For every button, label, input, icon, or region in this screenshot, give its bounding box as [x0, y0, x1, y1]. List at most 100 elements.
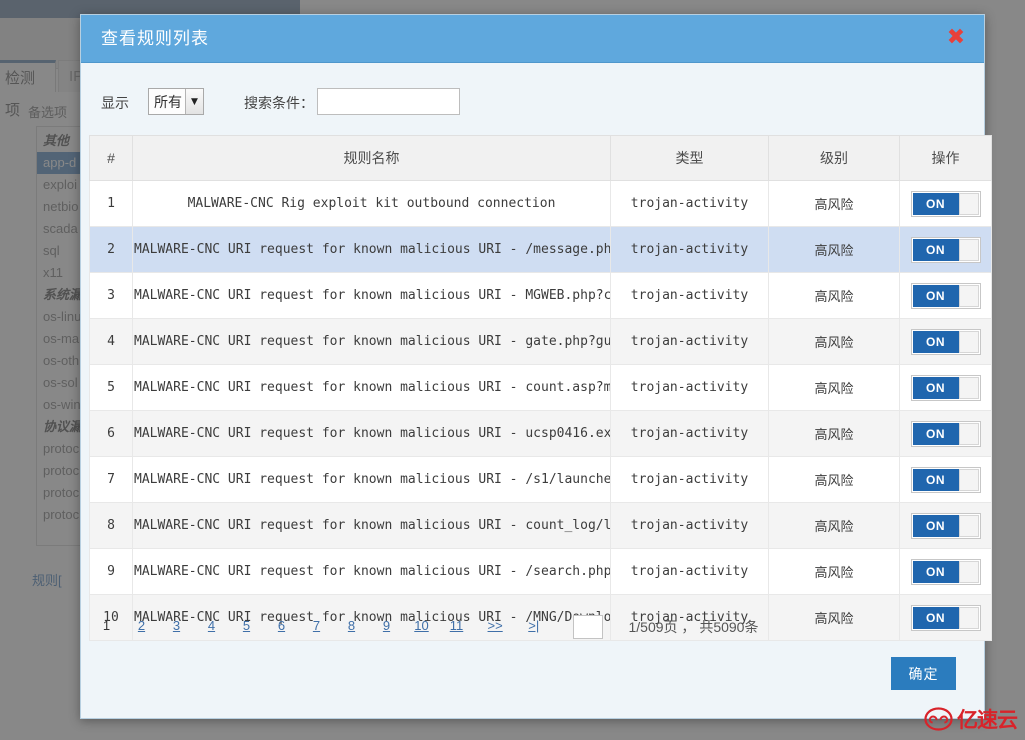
pagination-next[interactable]: >>	[478, 618, 513, 633]
table-row[interactable]: 7 MALWARE-CNC URI request for known malic…	[89, 456, 992, 503]
toggle-knob	[958, 560, 979, 583]
cell-action: ON	[899, 318, 992, 365]
cell-index: 8	[89, 502, 133, 549]
search-input[interactable]	[317, 88, 460, 115]
toggle-state-label: ON	[912, 560, 959, 583]
table-row[interactable]: 9 MALWARE-CNC URI request for known malic…	[89, 548, 992, 595]
pagination-last[interactable]: >|	[516, 618, 551, 633]
cell-rule-name: MALWARE-CNC URI request for known malici…	[132, 548, 611, 595]
rule-enable-toggle[interactable]: ON	[910, 558, 981, 585]
toggle-knob	[958, 284, 979, 307]
rule-enable-toggle[interactable]: ON	[910, 282, 981, 309]
toggle-state-label: ON	[912, 422, 959, 445]
rules-table: # 规则名称 类型 级别 操作 1 MALWARE-CNC Rig exploit…	[89, 135, 992, 641]
pagination-page-link[interactable]: 4	[194, 618, 229, 633]
table-row[interactable]: 2 MALWARE-CNC URI request for known malic…	[89, 226, 992, 273]
cell-level: 高风险	[768, 180, 900, 227]
toggle-knob	[958, 468, 979, 491]
column-header-name: 规则名称	[132, 135, 611, 181]
cell-rule-name: MALWARE-CNC URI request for known malici…	[132, 456, 611, 503]
filter-toolbar: 显示 所有 ▼ 搜索条件：	[81, 85, 984, 129]
cell-index: 3	[89, 272, 133, 319]
pagination-page-link[interactable]: 8	[334, 618, 369, 633]
pagination-info: 1/509页 ， 共5090条	[628, 619, 759, 635]
toggle-knob	[958, 192, 979, 215]
toggle-state-label: ON	[912, 376, 959, 399]
show-label: 显示	[101, 95, 129, 111]
cell-rule-name: MALWARE-CNC URI request for known malici…	[132, 410, 611, 457]
table-row[interactable]: 1 MALWARE-CNC Rig exploit kit outbound co…	[89, 180, 992, 227]
table-row[interactable]: 3 MALWARE-CNC URI request for known malic…	[89, 272, 992, 319]
cell-action: ON	[899, 272, 992, 319]
cell-type: trojan-activity	[610, 548, 769, 595]
cell-type: trojan-activity	[610, 180, 769, 227]
cell-type: trojan-activity	[610, 226, 769, 273]
cell-index: 5	[89, 364, 133, 411]
cell-action: ON	[899, 180, 992, 227]
cell-type: trojan-activity	[610, 456, 769, 503]
toggle-state-label: ON	[912, 514, 959, 537]
toggle-knob	[958, 422, 979, 445]
pagination-page-link[interactable]: 7	[299, 618, 334, 633]
search-label: 搜索条件：	[244, 95, 314, 111]
cell-index: 4	[89, 318, 133, 365]
cell-rule-name: MALWARE-CNC URI request for known malici…	[132, 502, 611, 549]
pagination-page-link[interactable]: 2	[124, 618, 159, 633]
toggle-state-label: ON	[912, 284, 959, 307]
show-count-select[interactable]: 所有 ▼	[148, 88, 204, 115]
rule-enable-toggle[interactable]: ON	[910, 512, 981, 539]
confirm-button[interactable]: 确定	[891, 657, 956, 690]
rule-enable-toggle[interactable]: ON	[910, 236, 981, 263]
pagination-jump-input[interactable]	[572, 615, 603, 639]
rule-enable-toggle[interactable]: ON	[910, 374, 981, 401]
close-icon[interactable]: ✖	[942, 25, 970, 53]
cell-index: 6	[89, 410, 133, 457]
toggle-knob	[958, 330, 979, 353]
toggle-state-label: ON	[912, 192, 959, 215]
cell-rule-name: MALWARE-CNC URI request for known malici…	[132, 272, 611, 319]
toggle-state-label: ON	[912, 468, 959, 491]
pagination-page-link[interactable]: 5	[229, 618, 264, 633]
cloud-logo-icon	[924, 707, 953, 731]
chevron-down-icon: ▼	[185, 89, 203, 114]
cell-index: 2	[89, 226, 133, 273]
cell-level: 高风险	[768, 226, 900, 273]
pagination: 1 2 3 4 5 6 7 8 9 10 11 >> >| 1/509页 ， 共5090条	[89, 615, 978, 655]
cell-rule-name: MALWARE-CNC URI request for known malici…	[132, 364, 611, 411]
pagination-page-link[interactable]: 6	[264, 618, 299, 633]
pagination-page-link[interactable]: 11	[439, 618, 474, 633]
cell-level: 高风险	[768, 272, 900, 319]
table-row[interactable]: 4 MALWARE-CNC URI request for known malic…	[89, 318, 992, 365]
cell-level: 高风险	[768, 548, 900, 595]
cell-type: trojan-activity	[610, 364, 769, 411]
rule-enable-toggle[interactable]: ON	[910, 420, 981, 447]
watermark-text: 亿速云	[957, 709, 1018, 732]
toggle-knob	[958, 238, 979, 261]
cell-action: ON	[899, 410, 992, 457]
cell-type: trojan-activity	[610, 502, 769, 549]
cell-type: trojan-activity	[610, 410, 769, 457]
cell-level: 高风险	[768, 502, 900, 549]
cell-action: ON	[899, 548, 992, 595]
toggle-state-label: ON	[912, 238, 959, 261]
pagination-page-link: 1	[102, 618, 111, 634]
cell-action: ON	[899, 364, 992, 411]
pagination-page-link[interactable]: 10	[404, 618, 439, 633]
cell-level: 高风险	[768, 364, 900, 411]
rule-enable-toggle[interactable]: ON	[910, 466, 981, 493]
dialog-title: 查看规则列表	[101, 29, 209, 48]
cell-index: 7	[89, 456, 133, 503]
cell-index: 9	[89, 548, 133, 595]
rule-enable-toggle[interactable]: ON	[910, 190, 981, 217]
table-row[interactable]: 6 MALWARE-CNC URI request for known malic…	[89, 410, 992, 457]
rule-enable-toggle[interactable]: ON	[910, 328, 981, 355]
cell-rule-name: MALWARE-CNC URI request for known malici…	[132, 226, 611, 273]
toggle-knob	[958, 376, 979, 399]
show-count-value: 所有	[154, 93, 182, 110]
view-rule-list-dialog: 查看规则列表 ✖ 显示 所有 ▼ 搜索条件： # 规则名称 类型 级别 操作 1…	[80, 14, 992, 719]
table-row[interactable]: 5 MALWARE-CNC URI request for known malic…	[89, 364, 992, 411]
pagination-page-link[interactable]: 3	[159, 618, 194, 633]
table-row[interactable]: 8 MALWARE-CNC URI request for known malic…	[89, 502, 992, 549]
pagination-page-link[interactable]: 9	[369, 618, 404, 633]
toggle-state-label: ON	[912, 330, 959, 353]
